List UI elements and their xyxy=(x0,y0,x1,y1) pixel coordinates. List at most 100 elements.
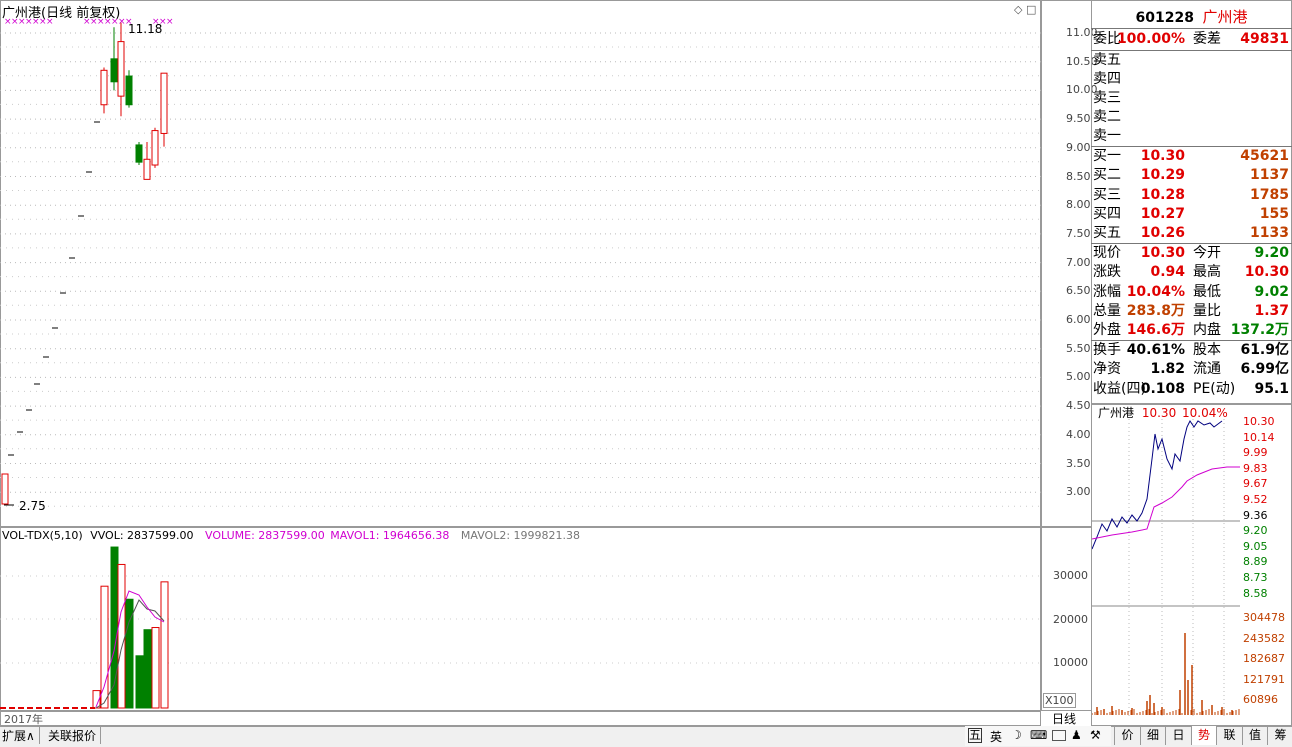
sell-row: 卖一 xyxy=(1093,128,1121,144)
volume-chart[interactable] xyxy=(0,527,1041,711)
intraday-price-tick: 9.99 xyxy=(1243,446,1268,460)
event-marker: × xyxy=(46,17,54,27)
intraday-pct: 10.04% xyxy=(1182,406,1228,420)
intraday-vol-tick: 304478 xyxy=(1243,611,1285,624)
intraday-name: 广州港 xyxy=(1098,406,1135,420)
ime-grid-icon[interactable] xyxy=(1052,730,1066,741)
kline-ytick: 5.50 xyxy=(1066,341,1091,355)
event-marker: × xyxy=(166,17,174,27)
candle-up xyxy=(117,41,125,97)
intraday-price-tick: 9.67 xyxy=(1243,477,1268,491)
intraday-vol-tick: 182687 xyxy=(1243,652,1285,666)
candle-up xyxy=(1,473,9,505)
intraday-price-tick: 10.14 xyxy=(1243,430,1275,444)
vol-bar-up xyxy=(117,563,126,709)
right-tab[interactable]: 势 xyxy=(1190,726,1217,745)
stock-header: 601228 广州港 xyxy=(1091,6,1292,27)
kline-ytick: 9.00 xyxy=(1066,140,1091,154)
kline-ytick: 6.50 xyxy=(1066,284,1091,298)
ime-en-icon[interactable]: 英 xyxy=(990,728,1002,745)
wrench-icon[interactable]: ⚒ xyxy=(1090,728,1101,742)
sell-row: 卖三 xyxy=(1093,90,1121,106)
candle-down xyxy=(110,58,118,83)
kline-ytick: 4.50 xyxy=(1066,399,1091,413)
vol-unit: X100 xyxy=(1043,693,1076,708)
weibi-row: 委比 100.00% 委差 49831 xyxy=(1093,31,1289,47)
vol-bar-down xyxy=(143,629,152,709)
candle-up xyxy=(100,69,108,106)
candle-up xyxy=(151,130,159,166)
buy-row: 买四 10.27 155 xyxy=(1093,205,1289,222)
intraday-price-tick: 9.36 xyxy=(1243,508,1268,522)
kline-ytick: 7.50 xyxy=(1066,226,1091,240)
user-icon[interactable]: ♟ xyxy=(1071,728,1082,742)
intraday-vol-tick: 60896 xyxy=(1243,693,1278,707)
vol-bar-down xyxy=(135,655,144,709)
buy-row: 买五 10.26 1133 xyxy=(1093,225,1289,242)
buy-row: 买一 10.30 45621 xyxy=(1093,148,1289,164)
intraday-price-tick: 9.52 xyxy=(1243,493,1268,506)
kline-ytick: 3.50 xyxy=(1066,456,1091,470)
kline-ytick: 5.00 xyxy=(1066,370,1091,384)
intraday-price-tick: 9.05 xyxy=(1243,539,1268,553)
stat-row: 外盘 146.6万 内盘 137.2万 xyxy=(1093,322,1289,339)
moon-icon[interactable]: ☽ xyxy=(1011,728,1022,742)
intraday-price-tick: 9.83 xyxy=(1243,461,1268,475)
vol-tick-10000: 10000 xyxy=(1053,656,1088,669)
period-label[interactable]: 日线 xyxy=(1052,710,1076,727)
min-price-label: 2.75 xyxy=(19,499,46,513)
stock-name: 广州港 xyxy=(1202,8,1248,26)
sell-row: 卖二 xyxy=(1093,109,1121,125)
kline-ytick: 7.00 xyxy=(1066,255,1091,269)
linked-quote-tab[interactable]: 关联报价 xyxy=(48,727,102,744)
intraday-vol-tick: 121791 xyxy=(1243,672,1285,686)
candle-down xyxy=(125,75,133,106)
expand-tab[interactable]: 扩展∧ xyxy=(2,727,40,744)
candle-up xyxy=(143,158,151,180)
stat-row: 收益(四) 0.108 PE(动) 95.1 xyxy=(1093,380,1289,397)
stat-row: 总量 283.8万 量比 1.37 xyxy=(1093,302,1289,319)
keyboard-icon[interactable]: ⌨ xyxy=(1030,728,1047,742)
stat-row: 净资 1.82 流通 6.99亿 xyxy=(1093,361,1289,378)
vol-bar-up xyxy=(151,627,160,709)
intraday-vol-tick: 243582 xyxy=(1243,631,1285,645)
intraday-price-tick: 8.73 xyxy=(1243,571,1268,584)
vol-tick-30000: 30000 xyxy=(1053,569,1088,582)
ime-five-icon[interactable]: 五 xyxy=(968,728,983,743)
vol-bar-up xyxy=(160,581,169,709)
candle-down xyxy=(135,144,143,163)
intraday-price-tick: 8.58 xyxy=(1243,586,1268,600)
year-label: 2017年 xyxy=(4,713,43,726)
sell-row: 卖四 xyxy=(1093,71,1121,87)
stat-row: 现价 10.30 今开 9.20 xyxy=(1093,245,1289,261)
stat-row: 涨跌 0.94 最高 10.30 xyxy=(1093,264,1289,281)
kline-chart[interactable]: × × × × × × × × × × × × × × × × × xyxy=(0,0,1041,527)
right-tab[interactable]: 细 xyxy=(1139,726,1166,745)
right-tab[interactable]: 值 xyxy=(1241,726,1268,745)
stat-row: 换手 40.61% 股本 61.9亿 xyxy=(1093,342,1289,358)
right-tab[interactable]: 价 xyxy=(1114,726,1140,745)
kline-ytick: 8.50 xyxy=(1066,169,1091,183)
intraday-chart[interactable] xyxy=(1092,419,1240,719)
intraday-price-tick: 10.30 xyxy=(1243,415,1275,428)
stat-row: 涨幅 10.04% 最低 9.02 xyxy=(1093,283,1289,300)
kline-ytick: 9.50 xyxy=(1066,112,1091,126)
date-axis xyxy=(0,711,1041,726)
buy-row: 买二 10.29 1137 xyxy=(1093,167,1289,184)
right-tab[interactable]: 筹 xyxy=(1267,726,1292,745)
stock-code: 601228 xyxy=(1135,10,1194,26)
kline-ytick: 6.00 xyxy=(1066,313,1091,326)
candle-up xyxy=(160,72,168,134)
intraday-price: 10.30 xyxy=(1141,406,1177,420)
max-price-label: 11.18 xyxy=(128,22,163,36)
intraday-price-tick: 8.89 xyxy=(1243,555,1268,569)
vol-tick-20000: 20000 xyxy=(1053,613,1088,626)
sell-row: 卖五 xyxy=(1093,52,1121,68)
kline-ytick: 8.00 xyxy=(1066,198,1091,212)
vol-bar-up xyxy=(100,585,109,709)
right-tab[interactable]: 日 xyxy=(1165,726,1191,745)
intraday-price-tick: 9.20 xyxy=(1243,524,1268,538)
kline-ytick: 3.00 xyxy=(1066,485,1091,499)
buy-row: 买三 10.28 1785 xyxy=(1093,186,1289,203)
right-tab[interactable]: 联 xyxy=(1216,726,1242,745)
